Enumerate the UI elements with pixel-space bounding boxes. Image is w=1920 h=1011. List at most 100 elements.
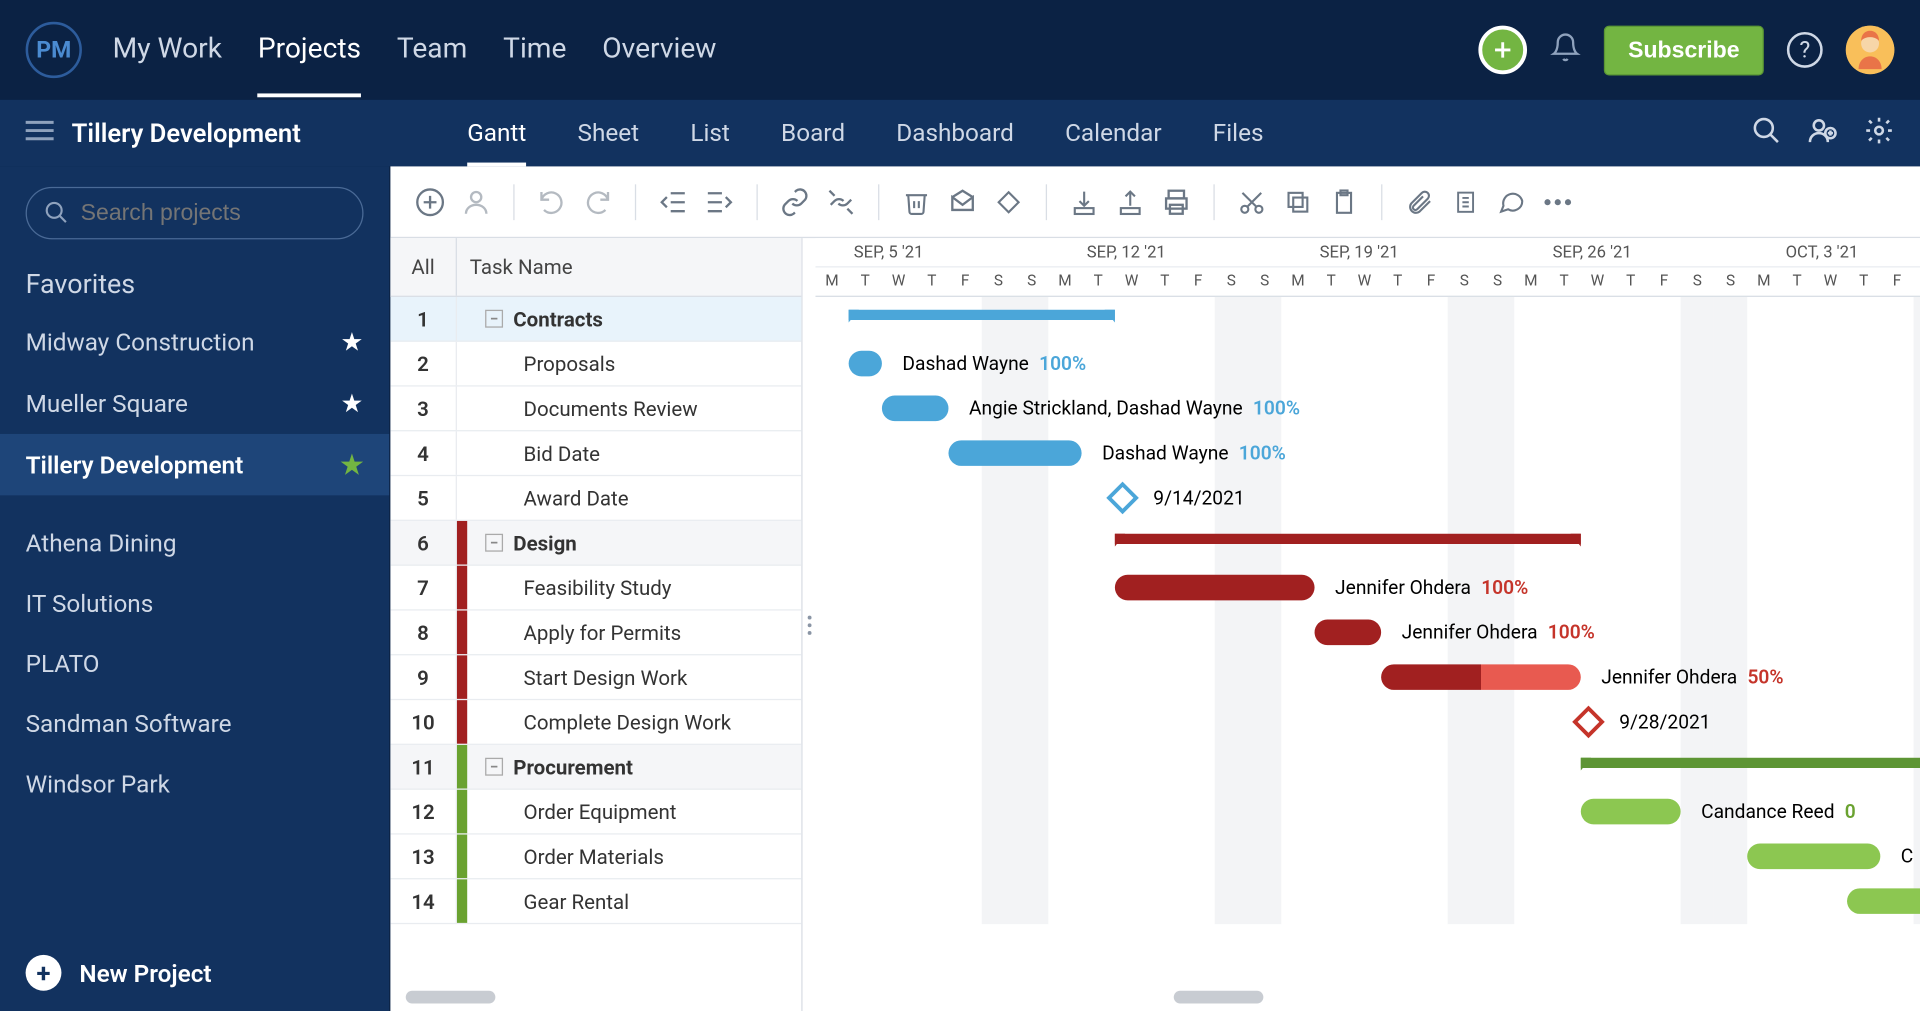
topnav-projects[interactable]: Projects	[258, 3, 361, 98]
export-icon[interactable]	[1114, 185, 1147, 218]
attach-icon[interactable]	[1403, 185, 1436, 218]
cut-icon[interactable]	[1235, 185, 1268, 218]
assign-icon[interactable]	[460, 185, 493, 218]
tab-board[interactable]: Board	[781, 100, 845, 167]
search-icon[interactable]	[1751, 115, 1782, 151]
task-row[interactable]: 6−Design	[390, 521, 801, 566]
task-name: Contracts	[513, 307, 603, 331]
tab-files[interactable]: Files	[1213, 100, 1264, 167]
copy-icon[interactable]	[1281, 185, 1314, 218]
project-it-solutions[interactable]: IT Solutions	[0, 573, 389, 633]
import-icon[interactable]	[1068, 185, 1101, 218]
collapse-icon[interactable]: −	[485, 758, 503, 776]
task-row[interactable]: 1−Contracts	[390, 297, 801, 342]
star-icon[interactable]: ★	[341, 326, 364, 357]
project-mueller-square[interactable]: Mueller Square★	[0, 372, 389, 433]
gantt-label: Dashad Wayne100%	[902, 352, 1086, 375]
notifications-icon[interactable]	[1550, 31, 1581, 69]
task-name: Complete Design Work	[524, 710, 732, 734]
settings-icon[interactable]	[1864, 115, 1895, 151]
link-icon[interactable]	[778, 185, 811, 218]
task-row[interactable]: 5Award Date	[390, 476, 801, 521]
gantt-body[interactable]: Dashad Wayne100%Angie Strickland, Dashad…	[815, 297, 1920, 924]
task-row[interactable]: 14Gear Rental	[390, 879, 801, 924]
gantt-milestone[interactable]	[1572, 706, 1605, 739]
add-member-icon[interactable]	[1807, 115, 1838, 151]
task-row[interactable]: 4Bid Date	[390, 431, 801, 476]
gantt-summary-bar[interactable]	[849, 310, 1115, 328]
splitter-handle[interactable]	[803, 238, 816, 1011]
gantt-summary-bar[interactable]	[1115, 534, 1581, 552]
tab-dashboard[interactable]: Dashboard	[896, 100, 1014, 167]
topnav-team[interactable]: Team	[397, 3, 467, 98]
task-grid: All Task Name 1−Contracts2Proposals3Docu…	[390, 238, 802, 1011]
sub-nav: Tillery Development GanttSheetListBoardD…	[0, 100, 1920, 167]
comment-icon[interactable]	[1495, 185, 1528, 218]
more-icon[interactable]	[1541, 185, 1574, 218]
gantt-bar[interactable]	[882, 396, 949, 422]
task-row[interactable]: 2Proposals	[390, 342, 801, 387]
gantt-bar[interactable]	[849, 351, 882, 377]
search-projects-input[interactable]	[26, 187, 364, 239]
outdent-icon[interactable]	[657, 185, 690, 218]
topnav-overview[interactable]: Overview	[602, 3, 716, 98]
star-icon[interactable]: ★	[341, 449, 364, 480]
project-windsor-park[interactable]: Windsor Park	[0, 754, 389, 814]
topnav-my-work[interactable]: My Work	[113, 3, 222, 98]
project-sandman-software[interactable]: Sandman Software	[0, 694, 389, 754]
gantt-bar[interactable]	[1381, 664, 1581, 690]
delete-icon[interactable]	[900, 185, 933, 218]
task-row[interactable]: 13Order Materials	[390, 835, 801, 880]
user-avatar[interactable]	[1846, 26, 1895, 75]
indent-icon[interactable]	[703, 185, 736, 218]
collapse-icon[interactable]: −	[485, 310, 503, 328]
add-task-icon[interactable]	[413, 185, 446, 218]
task-row[interactable]: 11−Procurement	[390, 745, 801, 790]
envelope-icon[interactable]	[946, 185, 979, 218]
gantt-bar[interactable]	[1115, 575, 1315, 601]
task-row[interactable]: 3Documents Review	[390, 387, 801, 432]
gantt-bar[interactable]	[1581, 799, 1681, 825]
notes-icon[interactable]	[1449, 185, 1482, 218]
subscribe-button[interactable]: Subscribe	[1604, 25, 1764, 75]
column-task-name[interactable]: Task Name	[457, 238, 801, 296]
unlink-icon[interactable]	[824, 185, 857, 218]
task-name: Award Date	[524, 486, 629, 510]
tab-gantt[interactable]: Gantt	[467, 100, 526, 167]
add-button[interactable]	[1478, 26, 1527, 75]
gantt-summary-bar[interactable]	[1581, 758, 1920, 776]
menu-toggle-icon[interactable]	[26, 119, 54, 147]
tab-sheet[interactable]: Sheet	[578, 100, 640, 167]
gantt-bar[interactable]	[1747, 844, 1880, 870]
star-icon[interactable]: ★	[341, 388, 364, 419]
redo-icon[interactable]	[581, 185, 614, 218]
project-athena-dining[interactable]: Athena Dining	[0, 513, 389, 573]
task-row[interactable]: 7Feasibility Study	[390, 566, 801, 611]
tab-calendar[interactable]: Calendar	[1065, 100, 1162, 167]
gantt-bar[interactable]	[948, 440, 1081, 466]
tab-list[interactable]: List	[690, 100, 730, 167]
paste-icon[interactable]	[1327, 185, 1360, 218]
help-icon[interactable]: ?	[1787, 32, 1823, 68]
gantt-milestone[interactable]	[1106, 482, 1139, 515]
task-row[interactable]: 8Apply for Permits	[390, 611, 801, 656]
new-project-button[interactable]: + New Project	[0, 934, 389, 1011]
print-icon[interactable]	[1160, 185, 1193, 218]
project-plato[interactable]: PLATO	[0, 634, 389, 694]
toolbar	[390, 166, 1920, 238]
task-row[interactable]: 12Order Equipment	[390, 790, 801, 835]
project-midway-construction[interactable]: Midway Construction★	[0, 311, 389, 372]
milestone-icon[interactable]	[992, 185, 1025, 218]
collapse-icon[interactable]: −	[485, 534, 503, 552]
undo-icon[interactable]	[535, 185, 568, 218]
gantt-bar[interactable]	[1847, 888, 1920, 914]
project-tillery-development[interactable]: Tillery Development★	[0, 434, 389, 495]
column-all[interactable]: All	[390, 238, 457, 296]
task-name: Order Equipment	[524, 799, 677, 823]
view-tabs: Gantt Sheet List Board Dashboard Calendar File…	[467, 100, 1263, 167]
gantt-bar[interactable]	[1315, 620, 1382, 646]
task-row[interactable]: 9Start Design Work	[390, 655, 801, 700]
logo: PM	[26, 22, 82, 78]
task-row[interactable]: 10Complete Design Work	[390, 700, 801, 745]
topnav-time[interactable]: Time	[503, 3, 566, 98]
